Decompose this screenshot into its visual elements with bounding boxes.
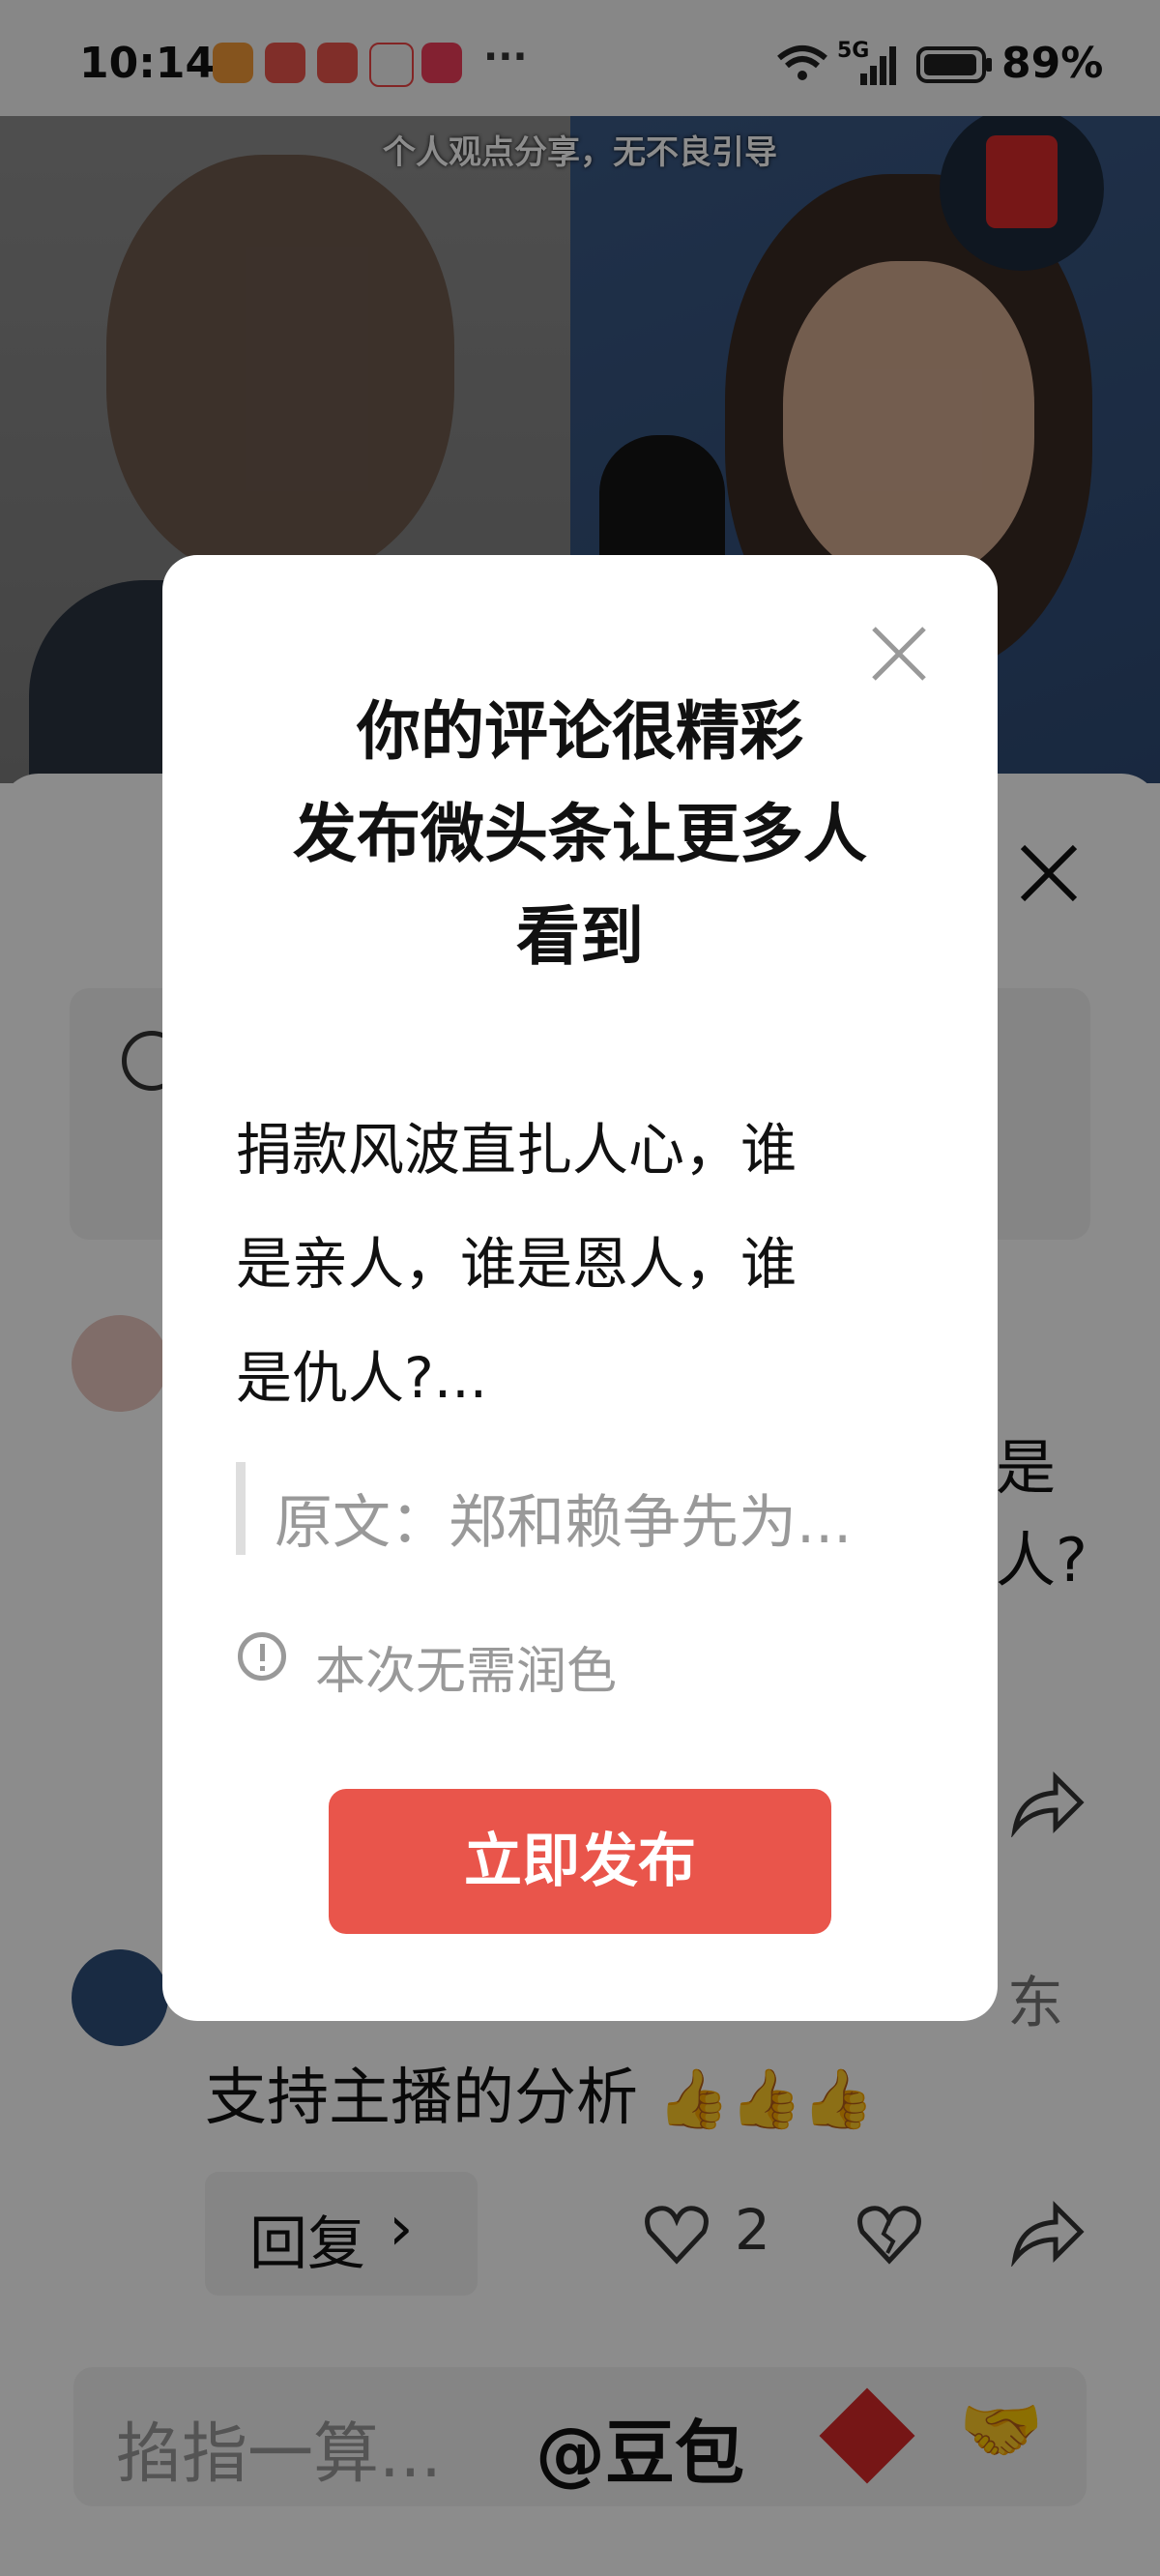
comment-preview-line: 是仇人?... [236,1345,488,1411]
close-icon[interactable] [868,623,930,685]
dialog-title-line: 看到 [516,899,644,974]
dialog-title-line: 你的评论很精彩 [357,694,803,769]
info-icon [238,1632,286,1681]
quote-bar [236,1462,246,1555]
publish-now-button[interactable]: 立即发布 [329,1789,831,1934]
polish-notice: 本次无需润色 [315,1643,618,1701]
comment-preview-line: 是亲人，谁是恩人，谁 [236,1231,798,1297]
comment-preview-line: 捐款风波直扎人心，谁 [236,1117,798,1183]
dialog-title: 你的评论很精彩 发布微头条让更多人 看到 [162,681,998,988]
publish-dialog: 你的评论很精彩 发布微头条让更多人 看到 捐款风波直扎人心，谁 是亲人，谁是恩人… [162,555,998,2021]
dialog-title-line: 发布微头条让更多人 [293,797,867,871]
original-quote: 原文：郑和赖争先为... [275,1489,853,1557]
comment-preview: 捐款风波直扎人心，谁 是亲人，谁是恩人，谁 是仇人?... [236,1093,932,1435]
